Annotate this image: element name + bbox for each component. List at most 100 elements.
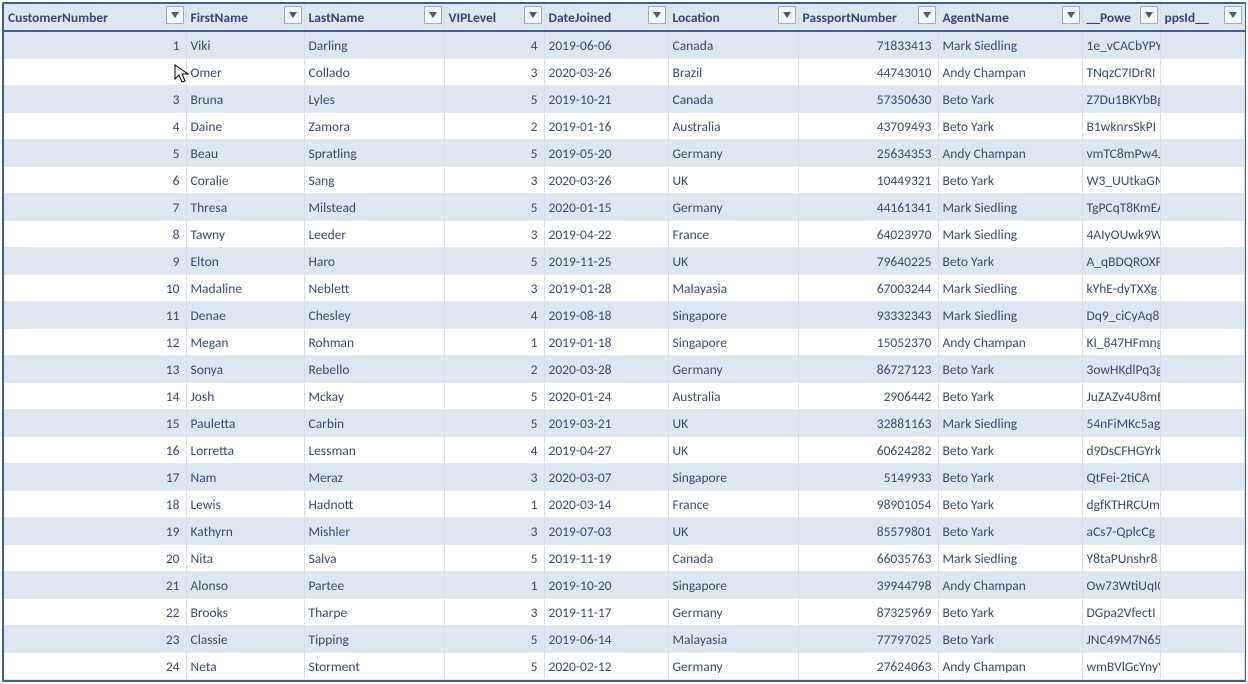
column-header-passportnumber[interactable]: PassportNumber — [798, 4, 938, 31]
table-row[interactable]: 19KathyrnMishler32019-07-03UK85579801Bet… — [4, 518, 1244, 545]
cell-firstname[interactable]: Viki — [186, 31, 304, 59]
cell-lastname[interactable]: Zamora — [304, 113, 444, 140]
cell-ppsid[interactable] — [1160, 275, 1244, 302]
cell-agentname[interactable]: Andy Champan — [938, 653, 1082, 680]
cell-powe[interactable]: 4AIyOUwk9WY — [1082, 221, 1160, 248]
cell-powe[interactable]: KI_847HFmng — [1082, 329, 1160, 356]
cell-passportnumber[interactable]: 85579801 — [798, 518, 938, 545]
cell-agentname[interactable]: Mark Siedling — [938, 545, 1082, 572]
cell-viplevel[interactable]: 1 — [444, 572, 544, 599]
cell-datejoined[interactable]: 2019-06-14 — [544, 626, 668, 653]
cell-ppsid[interactable] — [1160, 410, 1244, 437]
cell-location[interactable]: Germany — [668, 599, 798, 626]
cell-location[interactable]: Brazil — [668, 59, 798, 86]
cell-agentname[interactable]: Beto Yark — [938, 167, 1082, 194]
cell-location[interactable]: Australia — [668, 113, 798, 140]
cell-lastname[interactable]: Collado — [304, 59, 444, 86]
cell-ppsid[interactable] — [1160, 59, 1244, 86]
cell-customernumber[interactable]: 12 — [4, 329, 186, 356]
cell-viplevel[interactable]: 5 — [444, 86, 544, 113]
cell-agentname[interactable]: Beto Yark — [938, 113, 1082, 140]
cell-customernumber[interactable]: 13 — [4, 356, 186, 383]
cell-customernumber[interactable]: 18 — [4, 491, 186, 518]
cell-passportnumber[interactable]: 87325969 — [798, 599, 938, 626]
cell-powe[interactable]: 1e_vCACbYPY — [1082, 31, 1160, 59]
cell-lastname[interactable]: Hadnott — [304, 491, 444, 518]
cell-passportnumber[interactable]: 2906442 — [798, 383, 938, 410]
cell-passportnumber[interactable]: 44743010 — [798, 59, 938, 86]
cell-viplevel[interactable]: 5 — [444, 626, 544, 653]
cell-location[interactable]: UK — [668, 410, 798, 437]
column-header-datejoined[interactable]: DateJoined — [544, 4, 668, 31]
cell-location[interactable]: UK — [668, 167, 798, 194]
cell-lastname[interactable]: Darling — [304, 31, 444, 59]
table-row[interactable]: 17NamMeraz32020-03-07Singapore5149933Bet… — [4, 464, 1244, 491]
cell-datejoined[interactable]: 2019-01-16 — [544, 113, 668, 140]
cell-passportnumber[interactable]: 39944798 — [798, 572, 938, 599]
filter-dropdown-button[interactable] — [1062, 6, 1080, 24]
cell-lastname[interactable]: Leeder — [304, 221, 444, 248]
filter-dropdown-button[interactable] — [284, 6, 302, 24]
cell-location[interactable]: Canada — [668, 31, 798, 59]
cell-ppsid[interactable] — [1160, 437, 1244, 464]
cell-location[interactable]: Malayasia — [668, 275, 798, 302]
cell-agentname[interactable]: Beto Yark — [938, 599, 1082, 626]
cell-agentname[interactable]: Andy Champan — [938, 140, 1082, 167]
cell-location[interactable]: Singapore — [668, 572, 798, 599]
cell-location[interactable]: Canada — [668, 545, 798, 572]
cell-ppsid[interactable] — [1160, 599, 1244, 626]
cell-viplevel[interactable]: 2 — [444, 113, 544, 140]
cell-firstname[interactable]: Alonso — [186, 572, 304, 599]
cell-datejoined[interactable]: 2019-04-27 — [544, 437, 668, 464]
cell-lastname[interactable]: Tipping — [304, 626, 444, 653]
table-row[interactable]: 23ClassieTipping52019-06-14Malayasia7779… — [4, 626, 1244, 653]
filter-dropdown-button[interactable] — [918, 6, 936, 24]
cell-agentname[interactable]: Beto Yark — [938, 356, 1082, 383]
cell-lastname[interactable]: Mckay — [304, 383, 444, 410]
table-row[interactable]: 3BrunaLyles52019-10-21Canada57350630Beto… — [4, 86, 1244, 113]
cell-powe[interactable]: 3owHKdlPq3g — [1082, 356, 1160, 383]
cell-datejoined[interactable]: 2019-05-20 — [544, 140, 668, 167]
cell-customernumber[interactable]: 9 — [4, 248, 186, 275]
cell-ppsid[interactable] — [1160, 302, 1244, 329]
table-row[interactable]: 1VikiDarling42019-06-06Canada71833413Mar… — [4, 31, 1244, 59]
cell-lastname[interactable]: Rohman — [304, 329, 444, 356]
cell-agentname[interactable]: Beto Yark — [938, 437, 1082, 464]
cell-ppsid[interactable] — [1160, 113, 1244, 140]
cell-ppsid[interactable] — [1160, 545, 1244, 572]
cell-passportnumber[interactable]: 60624282 — [798, 437, 938, 464]
cell-ppsid[interactable] — [1160, 626, 1244, 653]
table-row[interactable]: 9EltonHaro52019-11-25UK79640225Beto Yark… — [4, 248, 1244, 275]
cell-viplevel[interactable]: 3 — [444, 599, 544, 626]
cell-viplevel[interactable]: 5 — [444, 545, 544, 572]
cell-location[interactable]: Singapore — [668, 329, 798, 356]
table-row[interactable]: 16LorrettaLessman42019-04-27UK60624282Be… — [4, 437, 1244, 464]
cell-firstname[interactable]: Sonya — [186, 356, 304, 383]
column-header-agentname[interactable]: AgentName — [938, 4, 1082, 31]
cell-viplevel[interactable]: 5 — [444, 410, 544, 437]
cell-datejoined[interactable]: 2019-06-06 — [544, 31, 668, 59]
cell-passportnumber[interactable]: 66035763 — [798, 545, 938, 572]
filter-dropdown-button[interactable] — [1140, 6, 1158, 24]
cell-location[interactable]: Germany — [668, 194, 798, 221]
cell-customernumber[interactable]: 14 — [4, 383, 186, 410]
cell-lastname[interactable]: Partee — [304, 572, 444, 599]
cell-customernumber[interactable]: 16 — [4, 437, 186, 464]
table-row[interactable]: 13SonyaRebello22020-03-28Germany86727123… — [4, 356, 1244, 383]
cell-location[interactable]: Germany — [668, 653, 798, 680]
cell-location[interactable]: Germany — [668, 356, 798, 383]
cell-ppsid[interactable] — [1160, 491, 1244, 518]
cell-datejoined[interactable]: 2020-01-24 — [544, 383, 668, 410]
cell-powe[interactable]: d9DsCFHGYrk — [1082, 437, 1160, 464]
cell-firstname[interactable]: Josh — [186, 383, 304, 410]
cell-viplevel[interactable]: 5 — [444, 248, 544, 275]
cell-datejoined[interactable]: 2019-08-18 — [544, 302, 668, 329]
cell-customernumber[interactable]: 22 — [4, 599, 186, 626]
cell-customernumber[interactable]: 6 — [4, 167, 186, 194]
filter-dropdown-button[interactable] — [524, 6, 542, 24]
cell-powe[interactable]: DGpa2VfectI — [1082, 599, 1160, 626]
cell-firstname[interactable]: Pauletta — [186, 410, 304, 437]
cell-lastname[interactable]: Haro — [304, 248, 444, 275]
column-header-location[interactable]: Location — [668, 4, 798, 31]
cell-powe[interactable]: 54nFiMKc5ag — [1082, 410, 1160, 437]
